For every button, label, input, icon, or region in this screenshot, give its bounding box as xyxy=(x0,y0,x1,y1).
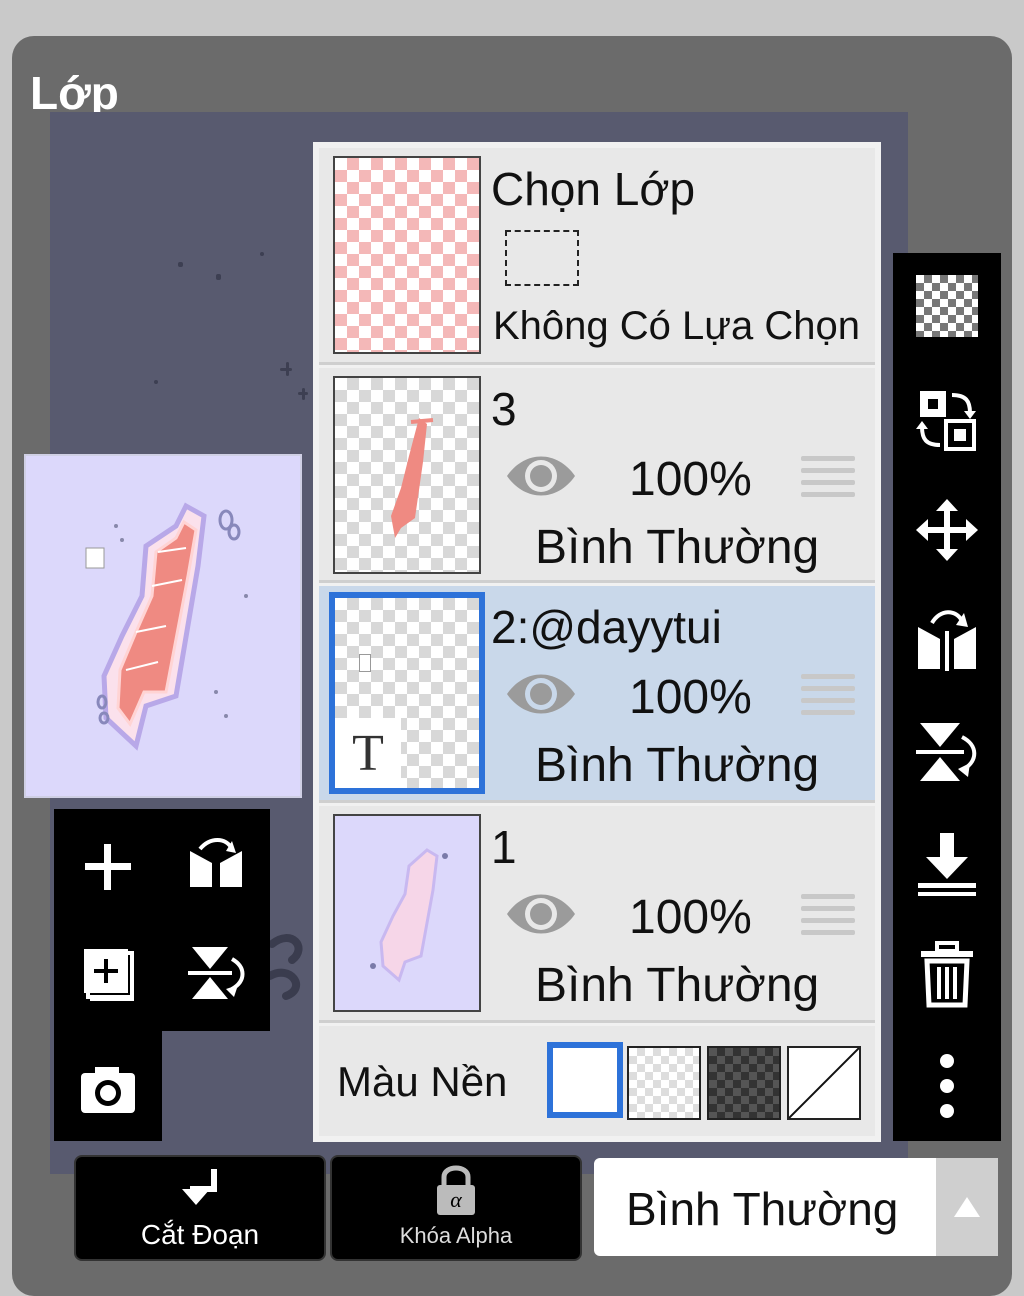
trash-icon[interactable] xyxy=(893,941,1001,1009)
flip-horizontal-icon[interactable] xyxy=(184,835,248,899)
selection-marquee-icon xyxy=(505,230,579,286)
bg-swatch-dark[interactable] xyxy=(707,1046,781,1120)
drag-handle-icon[interactable] xyxy=(801,674,855,722)
layer-list: Chọn Lớp Không Có Lựa Chọn 3 100% Bình T… xyxy=(313,142,881,1142)
layer-thumbnail-1 xyxy=(333,814,481,1012)
transparency-icon[interactable] xyxy=(893,275,1001,337)
left-toolbar-bottom xyxy=(54,1031,162,1141)
preview-artwork xyxy=(85,502,248,751)
add-copy-icon[interactable] xyxy=(78,943,142,1007)
drag-handle-icon[interactable] xyxy=(801,894,855,942)
layer-row-3[interactable]: 3 100% Bình Thường xyxy=(319,368,875,583)
layer-name-3: 3 xyxy=(491,383,517,435)
selection-status: Không Có Lựa Chọn xyxy=(493,304,861,348)
cut-label: Cắt Đoạn xyxy=(140,1219,260,1250)
camera-icon[interactable] xyxy=(78,1059,138,1119)
flip-vertical-icon[interactable] xyxy=(184,941,248,1005)
bg-swatch-white[interactable] xyxy=(547,1042,623,1118)
bg-swatch-none[interactable] xyxy=(787,1046,861,1120)
visibility-eye-icon[interactable] xyxy=(503,666,579,722)
flip-vertical-icon[interactable] xyxy=(893,719,1001,785)
alpha-lock-label: Khóa Alpha xyxy=(399,1223,513,1248)
add-layer-icon[interactable] xyxy=(78,837,138,897)
more-icon[interactable] xyxy=(893,1053,1001,1119)
layer-name-1: 1 xyxy=(491,821,517,873)
alpha-lock-button[interactable]: α Khóa Alpha xyxy=(330,1155,582,1261)
visibility-eye-icon[interactable] xyxy=(503,886,579,942)
move-icon[interactable] xyxy=(893,499,1001,561)
layer-blend-3: Bình Thường xyxy=(535,521,820,574)
layer-row-2[interactable]: T 2:@dayytui 100% Bình Thường xyxy=(319,586,875,803)
swap-icon[interactable] xyxy=(893,387,1001,453)
layer-thumbnail-2: T xyxy=(329,592,485,794)
svg-text:α: α xyxy=(450,1187,462,1212)
selection-layer-title: Chọn Lớp xyxy=(491,163,696,215)
canvas-preview[interactable] xyxy=(24,454,302,798)
background-label: Màu Nền xyxy=(337,1058,508,1105)
dropdown-arrow-icon[interactable] xyxy=(936,1158,998,1256)
layer-thumbnail-3 xyxy=(333,376,481,574)
selection-thumbnail xyxy=(333,156,481,354)
right-toolbar xyxy=(893,253,1001,1141)
visibility-eye-icon[interactable] xyxy=(503,448,579,504)
text-layer-badge: T xyxy=(335,718,401,788)
blend-mode-value: Bình Thường xyxy=(626,1183,899,1235)
layer-opacity-2[interactable]: 100% xyxy=(629,670,752,725)
left-toolbar xyxy=(54,809,270,1031)
layer-blend-2: Bình Thường xyxy=(535,739,820,792)
bg-swatch-transparent[interactable] xyxy=(627,1046,701,1120)
selection-layer-row[interactable]: Chọn Lớp Không Có Lựa Chọn xyxy=(319,148,875,365)
layer-name-2: 2:@dayytui xyxy=(491,601,722,653)
background-color-row: Màu Nền xyxy=(319,1026,875,1136)
clip-arrow-icon xyxy=(182,1169,217,1205)
lock-icon: α xyxy=(437,1165,475,1215)
drag-handle-icon[interactable] xyxy=(801,456,855,504)
layer-row-1[interactable]: 1 100% Bình Thường xyxy=(319,806,875,1023)
cut-button[interactable]: Cắt Đoạn xyxy=(74,1155,326,1261)
layer-opacity-3[interactable]: 100% xyxy=(629,452,752,507)
layer-opacity-1[interactable]: 100% xyxy=(629,890,752,945)
layer-blend-1: Bình Thường xyxy=(535,959,820,1012)
blend-mode-select[interactable]: Bình Thường xyxy=(594,1158,998,1256)
flip-horizontal-icon[interactable] xyxy=(893,607,1001,673)
merge-down-icon[interactable] xyxy=(893,831,1001,897)
